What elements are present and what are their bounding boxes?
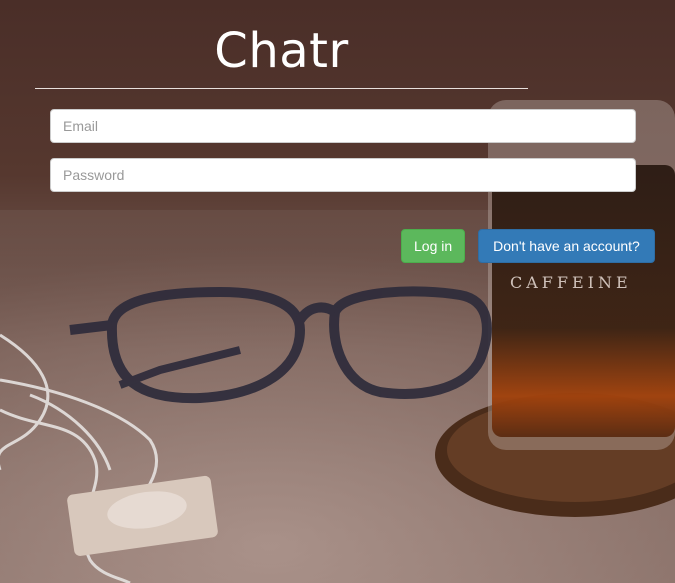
- email-field[interactable]: [50, 109, 636, 143]
- login-page: CAFFEINE Chatr Log in Don't have an acco…: [0, 0, 675, 583]
- password-field[interactable]: [50, 158, 636, 192]
- app-title: Chatr: [214, 23, 349, 79]
- register-button[interactable]: Don't have an account?: [478, 229, 655, 263]
- login-button[interactable]: Log in: [401, 229, 465, 263]
- title-divider: [35, 88, 528, 89]
- glass-print: CAFFEINE: [510, 273, 632, 292]
